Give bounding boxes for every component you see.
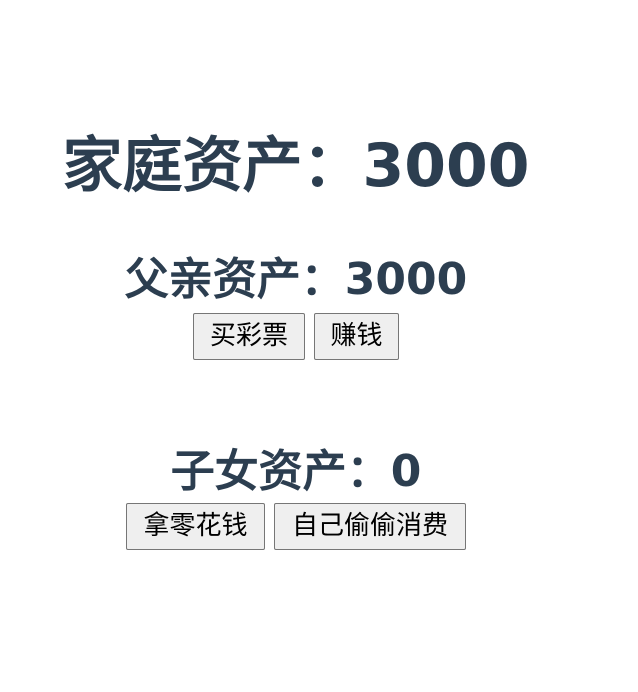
father-assets-label: 父亲资产： [124,253,345,305]
father-assets-heading: 父亲资产：3000 [0,249,592,311]
family-assets-label: 家庭资产： [62,131,363,202]
child-assets-value: 0 [390,445,422,497]
earn-money-button[interactable]: 赚钱 [314,313,399,360]
family-assets-value: 3000 [362,131,530,202]
father-assets-value: 3000 [344,253,468,305]
buy-lottery-button[interactable]: 买彩票 [193,313,305,360]
family-assets-heading: 家庭资产：3000 [0,128,592,204]
child-assets-label: 子女资产： [170,445,391,497]
child-assets-heading: 子女资产：0 [0,441,592,503]
take-pocket-money-button[interactable]: 拿零花钱 [126,503,265,550]
secret-spending-button[interactable]: 自己偷偷消费 [274,503,466,550]
